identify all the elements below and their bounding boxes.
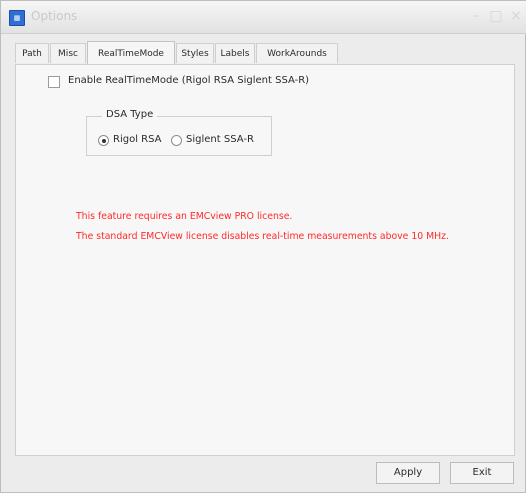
tab-realtimemode[interactable]: RealTimeMode — [87, 41, 175, 65]
exit-button[interactable]: Exit — [450, 462, 514, 484]
rigol-rsa-radio[interactable] — [98, 135, 109, 146]
app-icon: ▦ — [9, 10, 25, 26]
enable-realtimemode-checkbox[interactable] — [48, 76, 60, 88]
enable-realtimemode-label[interactable]: Enable RealTimeMode (Rigol RSA Siglent S… — [68, 75, 309, 86]
rigol-rsa-label[interactable]: Rigol RSA — [113, 134, 161, 145]
dsa-type-title: DSA Type — [102, 109, 158, 120]
license-warning-line1: This feature requires an EMCview PRO lic… — [76, 211, 293, 222]
close-button[interactable]: × — [507, 7, 525, 25]
tab-path[interactable]: Path — [15, 43, 49, 63]
tab-styles[interactable]: Styles — [176, 43, 214, 63]
title-bar[interactable]: ▦ Options – □ × — [1, 1, 526, 34]
apply-button[interactable]: Apply — [376, 462, 440, 484]
options-window: ▦ Options – □ × Path Misc RealTimeMode S… — [0, 0, 526, 493]
window-title: Options — [31, 9, 78, 23]
tab-misc[interactable]: Misc — [50, 43, 86, 63]
realtimemode-panel: Enable RealTimeMode (Rigol RSA Siglent S… — [15, 64, 515, 456]
siglent-ssa-r-radio[interactable] — [171, 135, 182, 146]
minimize-button[interactable]: – — [467, 7, 485, 25]
maximize-button[interactable]: □ — [487, 7, 505, 25]
siglent-ssa-r-label[interactable]: Siglent SSA-R — [186, 134, 254, 145]
tab-labels[interactable]: Labels — [215, 43, 255, 63]
tab-workarounds[interactable]: WorkArounds — [256, 43, 338, 63]
license-warning-line2: The standard EMCView license disables re… — [76, 231, 449, 242]
